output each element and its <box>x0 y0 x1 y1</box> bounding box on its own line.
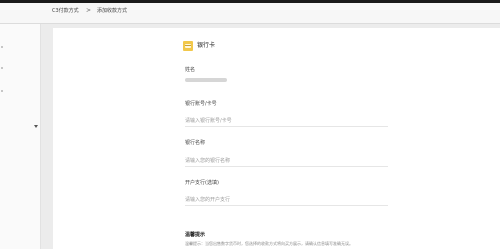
branch-input[interactable] <box>185 194 388 206</box>
tips-title: 温馨提示 <box>185 232 206 238</box>
bank-name-label: 银行名称 <box>185 140 206 146</box>
name-label: 姓名 <box>185 67 196 73</box>
breadcrumb-parent-link[interactable]: C3付款方式 <box>52 8 79 15</box>
breadcrumb-current: 添加收款方式 <box>97 8 128 14</box>
sidebar <box>0 24 41 249</box>
sidebar-item-marker[interactable] <box>1 46 3 48</box>
name-value <box>185 78 227 82</box>
main-panel <box>53 28 500 249</box>
account-input[interactable] <box>185 115 388 127</box>
branch-label: 开户支行(选填) <box>185 180 219 186</box>
breadcrumb: C3付款方式 > 添加收款方式 <box>0 3 500 24</box>
chevron-down-icon[interactable] <box>34 125 38 128</box>
breadcrumb-separator: > <box>86 7 92 14</box>
sidebar-item-marker[interactable] <box>1 67 3 69</box>
sidebar-item-marker[interactable] <box>1 90 3 92</box>
bank-name-input[interactable] <box>185 155 388 167</box>
tips-text: 温馨提示：当您出售数字货币时，您选择的收款方式将向买方展示，请确认信息填写准确无… <box>185 241 353 246</box>
page-title: 银行卡 <box>197 42 216 49</box>
bank-card-icon <box>183 41 193 51</box>
account-label: 银行账号/卡号 <box>185 101 217 107</box>
